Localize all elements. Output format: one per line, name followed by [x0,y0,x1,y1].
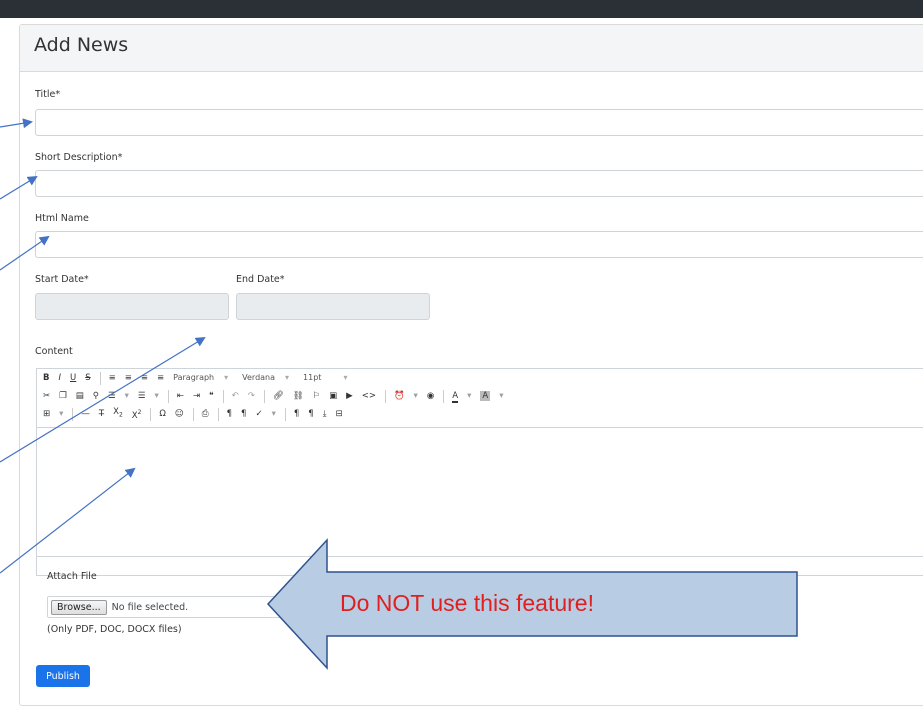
editor-status-bar [37,556,923,575]
end-date-label: End Date* [236,274,285,285]
outdent-icon[interactable]: ⇤ [177,389,184,403]
show-blocks-icon[interactable]: ¶ [294,407,299,421]
chevron-down-icon[interactable]: ▾ [155,389,159,403]
special-char-button[interactable]: Ω [159,407,166,421]
format-select[interactable]: Paragraph ▾ [173,371,228,385]
toolbar-divider [150,407,152,421]
rtl-icon[interactable]: ¶ [241,407,246,421]
chevron-down-icon[interactable]: ▾ [59,407,63,421]
toolbar-divider [263,389,265,403]
chevron-down-icon[interactable]: ▾ [499,389,503,403]
numbered-list-icon[interactable]: ☰ [138,389,146,403]
template-icon[interactable]: ⤓ [323,407,327,421]
pagebreak-icon[interactable]: ⊟ [335,407,342,421]
underline-button[interactable]: U [70,371,76,385]
card-header: Add News [20,25,923,72]
html-name-input[interactable] [35,231,923,258]
datetime-icon[interactable]: ⏰ [394,389,405,403]
superscript-button[interactable]: X2 [132,406,142,423]
clear-formatting-icon[interactable]: T̶ [99,407,104,421]
attach-file-label: Attach File [47,571,97,582]
text-color-button[interactable]: A [452,389,459,403]
page-title: Add News [34,34,129,56]
bold-button[interactable]: B [43,371,49,385]
publish-button[interactable]: Publish [36,665,90,687]
visual-chars-icon[interactable]: ¶ [308,407,313,421]
align-right-icon[interactable]: ≡ [141,371,148,385]
file-type-hint: (Only PDF, DOC, DOCX files) [47,624,182,635]
print-icon[interactable]: ⎙ [202,407,209,421]
preview-icon[interactable]: ◉ [427,389,434,403]
spellcheck-icon[interactable]: ✓ [255,407,262,421]
image-icon[interactable]: ▣ [329,389,337,403]
media-icon[interactable]: ▶ [346,389,353,403]
find-replace-icon[interactable]: ⚲ [93,389,99,403]
editor-toolbar-row-3: ⊞ ▾ — T̶ X2 X2 Ω ☺ ⎙ ¶ ¶ ✓ ▾ ¶ ¶ ⤓ ⊟ [43,406,352,422]
code-icon[interactable]: <> [362,389,376,403]
toolbar-divider [192,407,194,421]
warning-annotation-text: Do NOT use this feature! [340,590,594,616]
toolbar-divider [167,389,169,403]
editor-toolbar-row-2: ✂ ❐ ▤ ⚲ ☰ ▾ ☰ ▾ ⇤ ⇥ ❝ ↶ ↷ 🔗︎ ⛓ ⚐ ▣ ▶ <> … [43,388,512,404]
table-icon[interactable]: ⊞ [43,407,50,421]
align-center-icon[interactable]: ≡ [125,371,132,385]
editor-content-area[interactable] [37,427,923,536]
title-input[interactable] [35,109,923,136]
chevron-down-icon[interactable]: ▾ [125,389,129,403]
bullet-list-icon[interactable]: ☰ [108,389,116,403]
toolbar-divider [99,371,101,385]
format-select-value: Paragraph [173,373,215,382]
copy-icon[interactable]: ❐ [59,389,67,403]
editor-toolbar-row-1: B I U S ≡ ≡ ≡ ≡ Paragraph ▾ Verdana ▾ 11pt… [43,370,361,386]
undo-icon[interactable]: ↶ [232,389,239,403]
chevron-down-icon: ▾ [285,373,290,382]
chevron-down-icon: ▾ [224,373,229,382]
toolbar-divider [443,389,445,403]
anchor-icon[interactable]: ⚐ [313,389,321,403]
content-label: Content [35,346,73,357]
subscript-button[interactable]: X2 [113,405,123,423]
title-label: Title* [35,89,61,100]
redo-icon[interactable]: ↷ [248,389,255,403]
start-date-input[interactable] [35,293,229,320]
html-name-label: Html Name [35,213,89,224]
link-icon[interactable]: 🔗︎ [273,389,284,403]
short-description-label: Short Description* [35,152,123,163]
align-justify-icon[interactable]: ≡ [157,371,164,385]
horizontal-rule-icon[interactable]: — [81,407,90,421]
toolbar-divider [384,389,386,403]
chevron-down-icon: ▾ [343,373,348,382]
unlink-icon[interactable]: ⛓ [293,389,304,403]
chevron-down-icon[interactable]: ▾ [467,389,471,403]
top-header-bar [0,0,923,18]
text-color-letter: A [452,391,459,403]
background-color-letter: A [480,391,491,401]
indent-icon[interactable]: ⇥ [193,389,200,403]
strikethrough-button[interactable]: S [85,371,90,385]
toolbar-divider [222,389,224,403]
chevron-down-icon[interactable]: ▾ [272,407,276,421]
cut-icon[interactable]: ✂ [43,389,50,403]
toolbar-divider [72,407,74,421]
toolbar-divider [217,407,219,421]
start-date-label: Start Date* [35,274,89,285]
blockquote-icon[interactable]: ❝ [209,389,214,403]
rich-text-editor: B I U S ≡ ≡ ≡ ≡ Paragraph ▾ Verdana ▾ 11pt… [36,368,923,576]
short-description-input[interactable] [35,170,923,197]
end-date-input[interactable] [236,293,430,320]
font-family-value: Verdana [242,373,276,382]
emoticons-icon[interactable]: ☺ [175,407,184,421]
background-color-button[interactable]: A [480,389,491,403]
font-size-value: 11pt [303,373,322,382]
toolbar-divider [284,407,286,421]
align-left-icon[interactable]: ≡ [109,371,116,385]
ltr-icon[interactable]: ¶ [227,407,232,421]
chevron-down-icon[interactable]: ▾ [414,389,418,403]
file-status-text: No file selected. [111,601,189,613]
paste-icon[interactable]: ▤ [76,389,84,403]
font-size-select[interactable]: 11pt ▾ [303,371,347,385]
font-family-select[interactable]: Verdana ▾ [242,371,289,385]
italic-button[interactable]: I [58,371,61,385]
browse-button[interactable]: Browse... [51,599,107,615]
